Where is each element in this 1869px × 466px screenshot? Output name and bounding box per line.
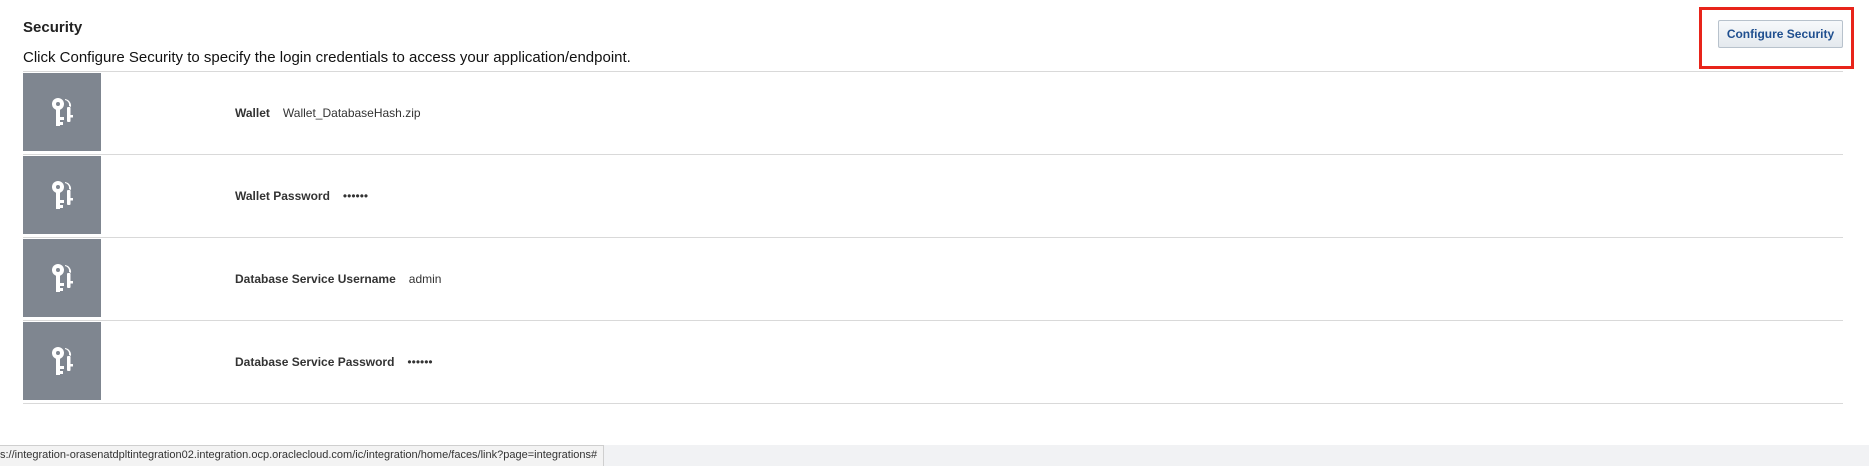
credential-row-wallet-password: Wallet Password •••••• <box>23 155 1843 238</box>
credentials-list: Wallet Wallet_DatabaseHash.zip Wallet Pa… <box>23 71 1843 404</box>
credential-row-db-password: Database Service Password •••••• <box>23 321 1843 404</box>
status-bar-url: s://integration-orasenatdpltintegration0… <box>0 445 605 466</box>
field-value: •••••• <box>342 189 369 203</box>
field-value: admin <box>408 272 442 286</box>
field-value: •••••• <box>407 355 433 369</box>
keys-icon <box>23 239 101 317</box>
security-section-title: Security <box>23 19 83 36</box>
credential-row-db-username: Database Service Username admin <box>23 238 1843 321</box>
keys-icon <box>23 322 101 400</box>
field-label: Wallet <box>235 106 270 120</box>
browser-status-bar: s://integration-orasenatdpltintegration0… <box>0 445 1869 466</box>
field-label: Wallet Password <box>235 189 330 203</box>
field-label: Database Service Password <box>235 355 395 369</box>
field-label: Database Service Username <box>235 272 396 286</box>
field-value: Wallet_DatabaseHash.zip <box>282 106 421 120</box>
keys-icon <box>23 73 101 151</box>
configure-security-button[interactable]: Configure Security <box>1718 20 1843 48</box>
keys-icon <box>23 156 101 234</box>
security-description: Click Configure Security to specify the … <box>23 49 631 66</box>
credential-row-wallet: Wallet Wallet_DatabaseHash.zip <box>23 72 1843 155</box>
